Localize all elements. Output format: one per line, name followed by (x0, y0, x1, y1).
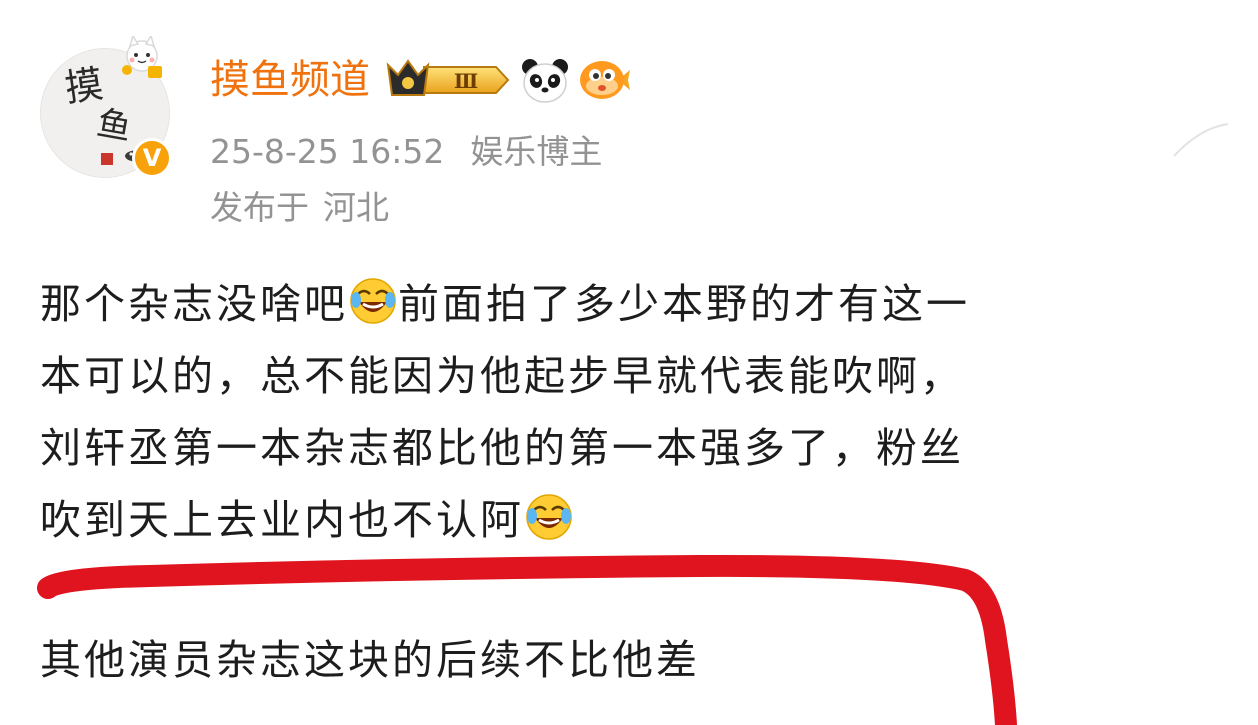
lucky-cat-icon (122, 36, 162, 78)
content-line: 本可以的，总不能因为他起步早就代表能吹啊， (40, 352, 964, 400)
verified-badge-icon: V (132, 138, 172, 178)
post-content: 那个杂志没啥吧 前面拍了多少本野的才有这一 本可以的，总不能因为他起步早就代表能… (40, 268, 1220, 556)
panda-emoji-icon (522, 59, 568, 103)
level-text: Ⅲ (454, 69, 478, 93)
author-name[interactable]: 摸鱼频道 (210, 52, 370, 108)
location-prefix: 发布于 (210, 188, 309, 227)
content-line: 刘轩丞第一本杂志都比他的第一本强多了，粉丝 (40, 424, 964, 472)
avatar-calligraphy-1: 摸 (62, 61, 106, 111)
post-timestamp: 25-8-25 16:52 (210, 132, 445, 171)
post-location: 发布于 河北 (210, 186, 389, 230)
location-value: 河北 (323, 188, 389, 227)
content-line: 吹到天上去业内也不认阿 (40, 484, 1220, 556)
weibo-post: 摸 鱼 V 摸鱼频道 Ⅲ 25-8-25 16:52 娱乐博主 发布于 河北 那… (0, 0, 1258, 725)
content-line: 那个杂志没啥吧 前面拍了多少本野的才有这一 (40, 268, 1220, 340)
post-meta: 25-8-25 16:52 娱乐博主 (210, 130, 602, 174)
avatar-calligraphy-2: 鱼 (93, 103, 135, 149)
author-row: 摸鱼频道 Ⅲ (210, 52, 630, 108)
laugh-cry-emoji-icon (350, 278, 396, 324)
red-seal-icon (101, 153, 113, 165)
menu-arc-icon[interactable] (1170, 120, 1230, 160)
annotation-text: 其他演员杂志这块的后续不比他差 (40, 636, 700, 684)
laugh-cry-emoji-icon (526, 494, 572, 540)
author-role: 娱乐博主 (470, 132, 603, 171)
author-avatar-area[interactable]: 摸 鱼 V (40, 36, 172, 178)
crown-level-badge-icon[interactable]: Ⅲ (384, 57, 510, 103)
puffer-fish-emoji-icon (580, 61, 630, 99)
